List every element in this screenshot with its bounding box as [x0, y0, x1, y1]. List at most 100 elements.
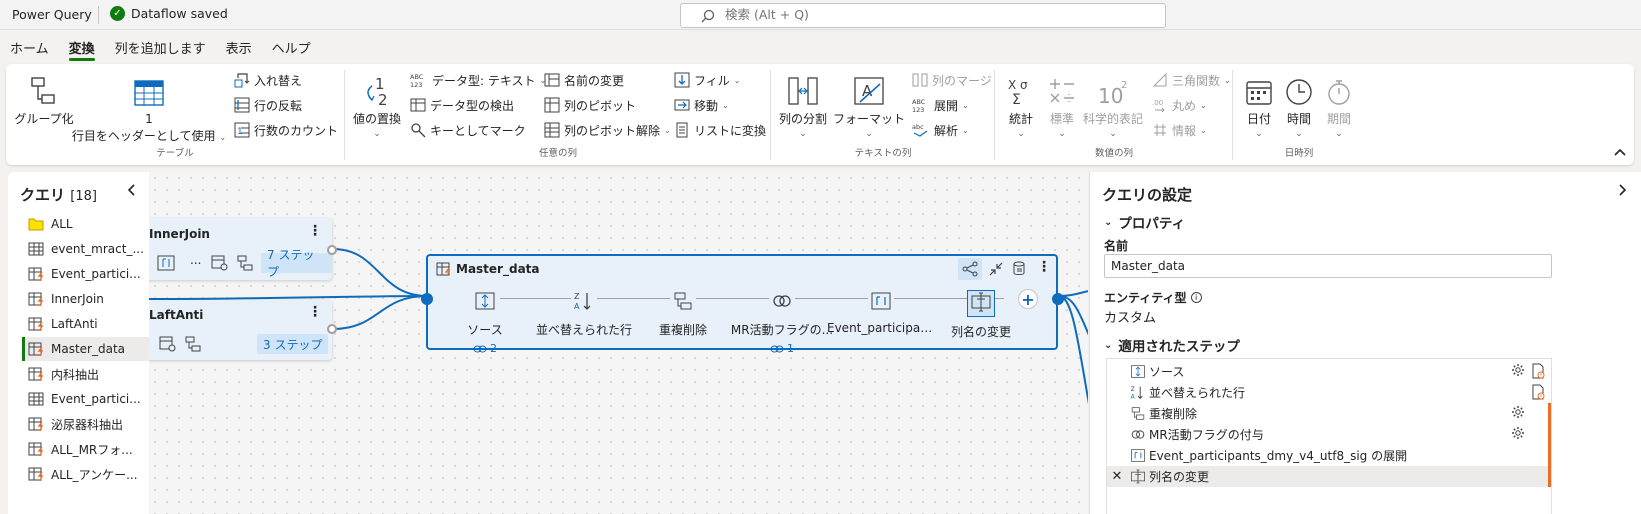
diagram-step[interactable]: 重複削除: [628, 290, 738, 338]
rounding-dropdown[interactable]: .00 丸め ⌄: [1152, 95, 1207, 115]
pivot-column-button[interactable]: 列のピボット: [544, 95, 636, 115]
add-step-icon[interactable]: +: [1018, 289, 1038, 309]
diagram-step[interactable]: Z A 並べ替えられた行: [529, 290, 639, 338]
diagram-step[interactable]: MR活動フラグの... 1: [727, 290, 837, 355]
replace-values-button[interactable]: 12 値の置換 ⌄: [350, 70, 404, 139]
diagram-canvas[interactable]: InnerJoin ⋮ ... 7 ステップ LaftAnti ⋮ 3 ステップ…: [149, 172, 1088, 514]
step-warning-icon[interactable]: [1531, 363, 1545, 382]
search-input[interactable]: [725, 7, 1125, 22]
collapse-ribbon-icon[interactable]: [1614, 145, 1626, 159]
more-options-icon[interactable]: ⋮: [308, 223, 322, 239]
query-item[interactable]: event_mract_...: [22, 237, 149, 261]
group-by-button[interactable]: グループ化: [14, 70, 74, 127]
reverse-rows-button[interactable]: 行の反転: [234, 95, 302, 115]
gear-icon[interactable]: [1511, 405, 1525, 422]
query-item[interactable]: 内科抽出: [22, 362, 149, 386]
query-item[interactable]: Event_partici...: [22, 387, 149, 411]
step-reference-count[interactable]: 2: [473, 342, 497, 355]
tab-transform[interactable]: 変換: [59, 31, 105, 63]
trigonometry-dropdown[interactable]: 三角関数 ⌄: [1152, 70, 1231, 90]
detect-data-type-button[interactable]: データ型の検出: [410, 95, 514, 115]
scientific-button[interactable]: 10 2 科学的表記 ⌄: [1082, 70, 1144, 139]
statistics-label: 統計: [1008, 112, 1033, 126]
standard-button[interactable]: 標準 ⌄: [1042, 70, 1082, 139]
unpivot-label: 列のピボット解除: [564, 123, 661, 138]
move-dropdown[interactable]: 移動 ⌄: [674, 95, 729, 115]
name-label: 名前: [1104, 239, 1129, 253]
share-icon[interactable]: [958, 258, 982, 280]
innerjoin-query-node[interactable]: InnerJoin ⋮ ... 7 ステップ: [149, 218, 337, 280]
info-icon[interactable]: i: [1190, 292, 1202, 303]
applied-step[interactable]: Event_participants_dmy_v4_utf8_sig の展開: [1107, 445, 1551, 466]
properties-section-header[interactable]: ⌄ プロパティ: [1104, 212, 1185, 232]
rename-button[interactable]: 名前の変更: [544, 70, 624, 90]
output-port[interactable]: [327, 245, 337, 255]
applied-steps-section-header[interactable]: ⌄ 適用されたステップ: [1104, 335, 1240, 355]
mark-as-key-button[interactable]: キーとしてマーク: [410, 120, 526, 140]
output-port[interactable]: [327, 324, 337, 334]
split-column-button[interactable]: 列の分割 ⌄: [776, 70, 830, 139]
query-item[interactable]: ALL_アンケー...: [22, 462, 149, 486]
data-type-dropdown[interactable]: ABC 123 データ型: テキスト ⌄: [410, 70, 546, 90]
query-item[interactable]: LaftAnti: [22, 312, 149, 336]
input-port[interactable]: [421, 293, 433, 305]
query-item[interactable]: Master_data: [22, 337, 149, 361]
remove-duplicates-icon: [1127, 406, 1149, 421]
diagram-step[interactable]: Event_participant...: [826, 290, 936, 335]
parse-dropdown[interactable]: abc 解析 ⌄: [912, 120, 969, 140]
gear-icon[interactable]: [1511, 363, 1525, 380]
tab-view[interactable]: 表示: [216, 31, 262, 63]
query-item[interactable]: 泌尿器科抽出: [22, 412, 149, 436]
tab-help[interactable]: ヘルプ: [262, 31, 321, 63]
information-dropdown[interactable]: 情報 ⌄: [1152, 120, 1207, 140]
laftanti-query-node[interactable]: LaftAnti ⋮ 3 ステップ: [149, 300, 337, 360]
transpose-button[interactable]: 入れ替え: [234, 70, 302, 90]
query-name-input[interactable]: [1104, 254, 1552, 278]
count-rows-button[interactable]: 1 行数のカウント: [234, 120, 338, 140]
query-item[interactable]: ALL_MRフォ...: [22, 437, 149, 461]
collapse-settings-icon[interactable]: [1619, 184, 1627, 200]
collapse-queries-icon[interactable]: [127, 184, 135, 200]
diagram-step[interactable]: ソース 2: [430, 290, 540, 355]
step-label: MR活動フラグの...: [730, 323, 834, 337]
applied-step[interactable]: Z A 並べ替えられた行: [1107, 382, 1551, 403]
applied-step[interactable]: ✕ 列名の変更: [1107, 466, 1551, 487]
merge-columns-button[interactable]: 列のマージ: [912, 70, 992, 90]
gear-icon[interactable]: [1511, 426, 1525, 443]
applied-step[interactable]: ソース: [1107, 361, 1551, 382]
ribbon-group-any-column: 12 値の置換 ⌄ ABC 123 データ型: テキスト ⌄ データ型の検出 キーと…: [346, 64, 770, 165]
time-button[interactable]: 時間 ⌄: [1280, 70, 1318, 139]
query-item[interactable]: ALL: [22, 212, 149, 236]
duration-button[interactable]: 期間 ⌄: [1320, 70, 1358, 139]
more-options-icon[interactable]: ⋮: [308, 304, 322, 320]
collapse-node-icon[interactable]: [988, 261, 1004, 277]
convert-to-list-button[interactable]: リストに変換: [674, 120, 766, 140]
use-first-row-headers-button[interactable]: 1 行目をヘッダーとして使用 ⌄: [72, 70, 226, 144]
search-box[interactable]: [680, 3, 1166, 28]
step-reference-count[interactable]: 1: [770, 342, 794, 355]
master-data-query-node[interactable]: Master_data ⋮ ソース 2 Z A 並べ替えられた行 重複削除 MR活動フラグの…: [421, 254, 1064, 355]
format-button[interactable]: A フォーマット ⌄: [833, 70, 905, 139]
applied-step[interactable]: MR活動フラグの付与: [1107, 424, 1551, 445]
svg-text:ABC: ABC: [410, 73, 424, 81]
output-port[interactable]: [1052, 293, 1064, 305]
statistics-button[interactable]: XσΣ 統計 ⌄: [1002, 70, 1040, 139]
tab-home[interactable]: ホーム: [0, 31, 59, 63]
query-item[interactable]: InnerJoin: [22, 287, 149, 311]
fill-dropdown[interactable]: フィル ⌄: [674, 70, 740, 90]
more-options-icon[interactable]: ⋮: [1037, 259, 1051, 275]
tab-add-column[interactable]: 列を追加します: [105, 31, 216, 63]
innerjoin-steps-badge[interactable]: 7 ステップ: [261, 248, 332, 279]
table-lightning-icon: [28, 442, 44, 456]
table-group-label: テーブル: [156, 148, 194, 159]
data-type-label: データ型: テキスト: [432, 73, 536, 88]
refresh-data-icon[interactable]: [1012, 261, 1028, 277]
expand-dropdown[interactable]: ABC 123 展開 ⌄: [912, 95, 969, 115]
laftanti-steps-badge[interactable]: 3 ステップ: [257, 334, 329, 354]
step-warning-icon[interactable]: [1531, 384, 1545, 403]
delete-step-icon[interactable]: ✕: [1107, 469, 1127, 484]
applied-step[interactable]: 重複削除: [1107, 403, 1551, 424]
date-button[interactable]: 日付 ⌄: [1240, 70, 1278, 139]
unpivot-column-dropdown[interactable]: 列のピボット解除 ⌄: [544, 120, 671, 140]
query-item[interactable]: Event_partici...: [22, 262, 149, 286]
